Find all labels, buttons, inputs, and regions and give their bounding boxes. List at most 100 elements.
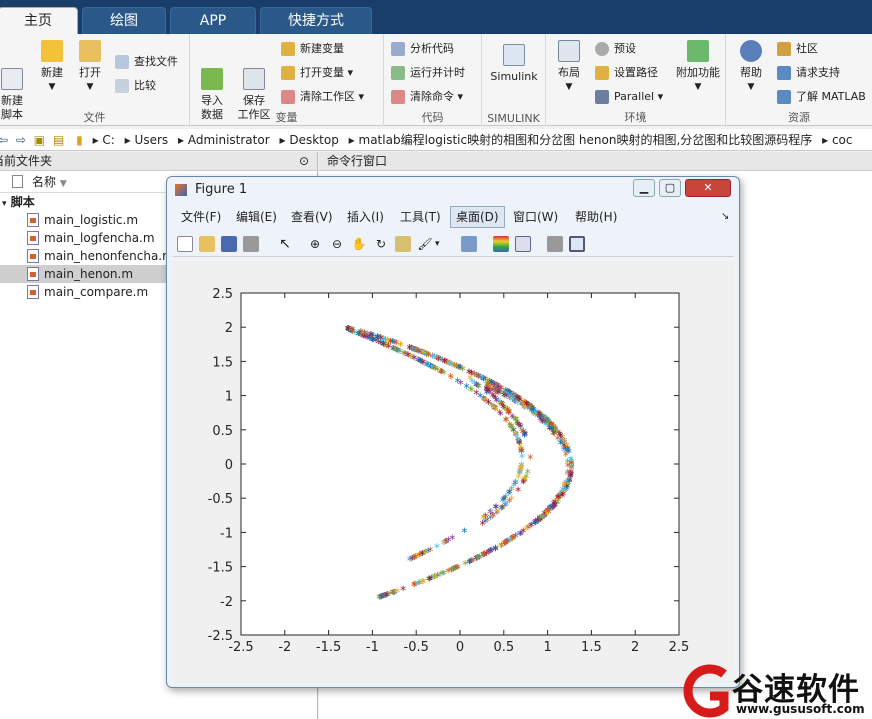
collapse-icon[interactable]: ▾ bbox=[2, 199, 7, 209]
menu-desktop[interactable]: 桌面(D) bbox=[450, 206, 505, 228]
learn-icon bbox=[777, 90, 791, 104]
zoom-out-icon[interactable]: ⊖ bbox=[329, 236, 345, 252]
legend-icon[interactable] bbox=[515, 236, 531, 252]
colorbar-icon[interactable] bbox=[493, 236, 509, 252]
tab-apps[interactable]: APP bbox=[170, 7, 256, 34]
tab-bar: 主页 绘图 APP 快捷方式 bbox=[0, 0, 872, 34]
data-point: * bbox=[493, 501, 499, 515]
chevron-down-icon[interactable]: ▾ bbox=[435, 236, 451, 252]
analyze-icon bbox=[391, 42, 405, 56]
data-point: * bbox=[480, 373, 486, 387]
breadcrumb-sub[interactable]: coc bbox=[832, 129, 853, 150]
pan-icon[interactable]: ✋ bbox=[351, 236, 367, 252]
breadcrumb-users[interactable]: Users bbox=[135, 129, 169, 150]
group-label: 环境 bbox=[624, 111, 647, 124]
y-tick-label: 0.5 bbox=[212, 424, 233, 439]
data-point: * bbox=[411, 579, 417, 593]
request-support-button[interactable]: 请求支持 bbox=[776, 63, 840, 83]
menu-help[interactable]: 帮助(H) bbox=[575, 205, 617, 229]
analyze-code-button[interactable]: 分析代码 bbox=[390, 39, 454, 59]
browse-icon[interactable]: ▤ bbox=[53, 129, 64, 150]
data-point: * bbox=[453, 361, 459, 375]
menu-window[interactable]: 窗口(W) bbox=[513, 205, 558, 229]
clear-commands-button[interactable]: 清除命令 ▾ bbox=[390, 87, 463, 107]
menu-insert[interactable]: 插入(I) bbox=[347, 205, 384, 229]
new-variable-button[interactable]: 新建变量 bbox=[280, 39, 344, 59]
back-icon[interactable]: ⇦ bbox=[0, 129, 8, 150]
addons-button[interactable]: 附加功能 ▼ bbox=[672, 40, 724, 94]
henon-scatter-plot[interactable]: ******************** ********************… bbox=[173, 261, 734, 683]
parallel-button[interactable]: Parallel ▾ bbox=[594, 87, 663, 107]
tab-plots[interactable]: 绘图 bbox=[82, 7, 166, 34]
learn-matlab-button[interactable]: 了解 MATLAB bbox=[776, 87, 866, 107]
address-bar[interactable]: ⇦ ⇨ ▣ ▤ ▮ ▸ C: ▸ Users ▸ Administrator ▸… bbox=[0, 129, 872, 151]
panel-menu-icon[interactable]: ⊙ bbox=[299, 152, 309, 171]
brush-icon[interactable]: 🖌 bbox=[417, 236, 433, 252]
data-point: * bbox=[390, 336, 396, 350]
print-icon[interactable] bbox=[243, 236, 259, 252]
data-point: * bbox=[517, 466, 523, 480]
simulink-icon bbox=[503, 44, 525, 66]
breadcrumb-drive[interactable]: C: bbox=[102, 129, 114, 150]
breadcrumb-administrator[interactable]: Administrator bbox=[188, 129, 270, 150]
link-plot-icon[interactable] bbox=[461, 236, 477, 252]
open-variable-button[interactable]: 打开变量 ▾ bbox=[280, 63, 353, 83]
menu-view[interactable]: 查看(V) bbox=[291, 205, 333, 229]
data-point: * bbox=[428, 361, 434, 375]
plot-area[interactable]: * * * * * * * * * * * * * * * * * * * * * * * * * * * * * * * * * * * * * * * *… bbox=[173, 261, 734, 683]
save-icon[interactable] bbox=[221, 236, 237, 252]
layout-button[interactable]: 布局 ▼ bbox=[552, 40, 586, 94]
set-path-button[interactable]: 设置路径 bbox=[594, 63, 658, 83]
m-file-icon bbox=[27, 267, 39, 281]
simulink-button[interactable]: Simulink bbox=[486, 44, 542, 84]
data-cursor-icon[interactable] bbox=[395, 236, 411, 252]
new-button[interactable]: 新建 ▼ bbox=[34, 40, 70, 94]
gear-icon bbox=[595, 42, 609, 56]
watermark-logo: 谷速软件 www.gususoft.com bbox=[676, 662, 872, 719]
preferences-button[interactable]: 预设 bbox=[594, 39, 636, 59]
axes-box[interactable] bbox=[240, 292, 680, 636]
run-and-time-button[interactable]: 运行并计时 bbox=[390, 63, 465, 83]
parallel-icon bbox=[595, 90, 609, 104]
help-button[interactable]: 帮助 ▼ bbox=[734, 40, 768, 94]
menu-edit[interactable]: 编辑(E) bbox=[236, 205, 277, 229]
data-point: * bbox=[402, 348, 408, 362]
minimize-button[interactable]: ▁ bbox=[633, 179, 655, 197]
up-folder-icon[interactable]: ▣ bbox=[34, 129, 45, 150]
show-tools-icon[interactable] bbox=[569, 236, 585, 252]
tab-home[interactable]: 主页 bbox=[0, 7, 78, 34]
forward-icon[interactable]: ⇨ bbox=[16, 129, 26, 150]
pointer-icon[interactable]: ↖ bbox=[277, 236, 293, 252]
group-label: SIMULINK bbox=[487, 112, 540, 125]
rotate-icon[interactable]: ↻ bbox=[373, 236, 389, 252]
dock-icon[interactable]: ↘ bbox=[721, 205, 729, 229]
menu-tools[interactable]: 工具(T) bbox=[400, 205, 441, 229]
hide-tools-icon[interactable] bbox=[547, 236, 563, 252]
close-button[interactable]: ✕ bbox=[685, 179, 731, 197]
maximize-button[interactable]: ▢ bbox=[659, 179, 681, 197]
data-point: * bbox=[392, 586, 398, 600]
data-point: * bbox=[568, 462, 574, 476]
figure-toolbar: ↖ ⊕ ⊖ ✋ ↻ 🖌 ▾ bbox=[173, 231, 734, 257]
tab-shortcuts[interactable]: 快捷方式 bbox=[260, 7, 372, 34]
data-point: * bbox=[504, 404, 510, 418]
ribbon: 新建 脚本 新建 ▼ 打开 ▼ 查找文件 比较 文件 导入 数据 保存 工作区 新建… bbox=[0, 34, 872, 126]
clear-workspace-button[interactable]: 清除工作区 ▾ bbox=[280, 87, 364, 107]
figure-window[interactable]: Figure 1 ▁ ▢ ✕ 文件(F) 编辑(E) 查看(V) 插入(I) 工… bbox=[166, 176, 740, 688]
find-files-button[interactable]: 查找文件 bbox=[114, 52, 178, 72]
data-point: * bbox=[381, 339, 387, 353]
breadcrumb-desktop[interactable]: Desktop bbox=[289, 129, 339, 150]
x-tick-label: -0.5 bbox=[404, 640, 429, 655]
compare-button[interactable]: 比较 bbox=[114, 76, 156, 96]
breadcrumb-project[interactable]: matlab编程logistic映射的相图和分岔图 henon映射的相图,分岔图… bbox=[359, 129, 813, 150]
data-point: * bbox=[527, 452, 533, 466]
figure-title-bar[interactable]: Figure 1 ▁ ▢ ✕ bbox=[167, 177, 739, 203]
open-file-icon[interactable] bbox=[199, 236, 215, 252]
open-button[interactable]: 打开 ▼ bbox=[72, 40, 108, 94]
menu-file[interactable]: 文件(F) bbox=[181, 205, 221, 229]
zoom-in-icon[interactable]: ⊕ bbox=[307, 236, 323, 252]
data-point: * bbox=[471, 369, 477, 383]
community-button[interactable]: 社区 bbox=[776, 39, 818, 59]
y-tick-label: 2 bbox=[225, 321, 233, 336]
new-figure-icon[interactable] bbox=[177, 236, 193, 252]
